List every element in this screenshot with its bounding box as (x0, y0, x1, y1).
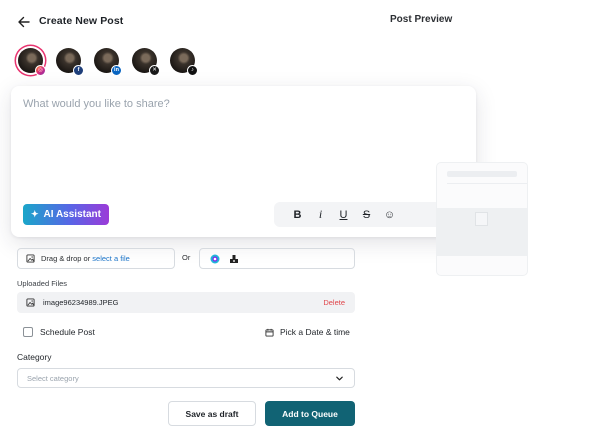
or-separator: Or (182, 253, 191, 262)
media-sources (199, 248, 355, 269)
post-editor: ✦ AI Assistant B i U S ☺ 2200 (11, 86, 476, 237)
page-title: Create New Post (39, 15, 124, 27)
image-icon (26, 298, 35, 307)
category-select[interactable]: Select category (17, 368, 355, 388)
preview-placeholder-bar (447, 171, 517, 177)
smiley-icon[interactable]: ☺ (378, 209, 401, 221)
ai-assistant-button[interactable]: ✦ AI Assistant (23, 204, 109, 225)
schedule-label: Schedule Post (40, 327, 95, 337)
account-instagram[interactable]: ◎ (18, 48, 46, 76)
tiktok-icon: ♪ (187, 65, 198, 76)
ai-assistant-label: AI Assistant (43, 209, 101, 220)
category-label: Category (17, 352, 52, 362)
preview-placeholder-line (447, 183, 527, 184)
image-icon (26, 254, 35, 263)
chevron-down-icon (336, 376, 343, 380)
dropbox-icon[interactable] (229, 254, 239, 264)
save-draft-button[interactable]: Save as draft (168, 401, 256, 426)
add-to-queue-button[interactable]: Add to Queue (265, 401, 355, 426)
select-file-link[interactable]: select a file (92, 254, 130, 263)
account-selector: ◎ f in ✕ ♪ (18, 48, 198, 76)
canva-icon[interactable] (210, 254, 220, 264)
bold-button[interactable]: B (286, 209, 309, 221)
calendar-icon (265, 328, 274, 337)
account-x[interactable]: ✕ (132, 48, 160, 76)
uploaded-file-item: image96234989.JPEG Delete (17, 292, 355, 313)
linkedin-icon: in (111, 65, 122, 76)
italic-button[interactable]: i (309, 207, 332, 222)
preview-image-placeholder (475, 212, 488, 226)
sparkle-icon: ✦ (31, 209, 39, 219)
delete-file-button[interactable]: Delete (323, 298, 345, 307)
uploaded-files-label: Uploaded Files (17, 279, 68, 288)
strikethrough-button[interactable]: S (355, 209, 378, 221)
back-arrow-icon[interactable] (17, 15, 31, 29)
underline-button[interactable]: U (332, 209, 355, 221)
category-placeholder: Select category (27, 373, 79, 383)
schedule-post-option[interactable]: Schedule Post (23, 327, 95, 337)
account-tiktok[interactable]: ♪ (170, 48, 198, 76)
file-name: image96234989.JPEG (43, 298, 119, 307)
post-preview-card (437, 163, 527, 275)
post-text-input[interactable] (23, 98, 463, 188)
account-linkedin[interactable]: in (94, 48, 122, 76)
account-facebook[interactable]: f (56, 48, 84, 76)
preview-title: Post Preview (390, 14, 453, 25)
date-time-picker[interactable]: Pick a Date & time (265, 327, 350, 337)
schedule-checkbox[interactable] (23, 327, 33, 337)
x-icon: ✕ (149, 65, 160, 76)
date-time-label: Pick a Date & time (280, 327, 350, 337)
file-dropzone[interactable]: Drag & drop or select a file (17, 248, 175, 269)
dropzone-text: Drag & drop or select a file (41, 254, 130, 263)
instagram-icon: ◎ (35, 65, 46, 76)
facebook-icon: f (73, 65, 84, 76)
